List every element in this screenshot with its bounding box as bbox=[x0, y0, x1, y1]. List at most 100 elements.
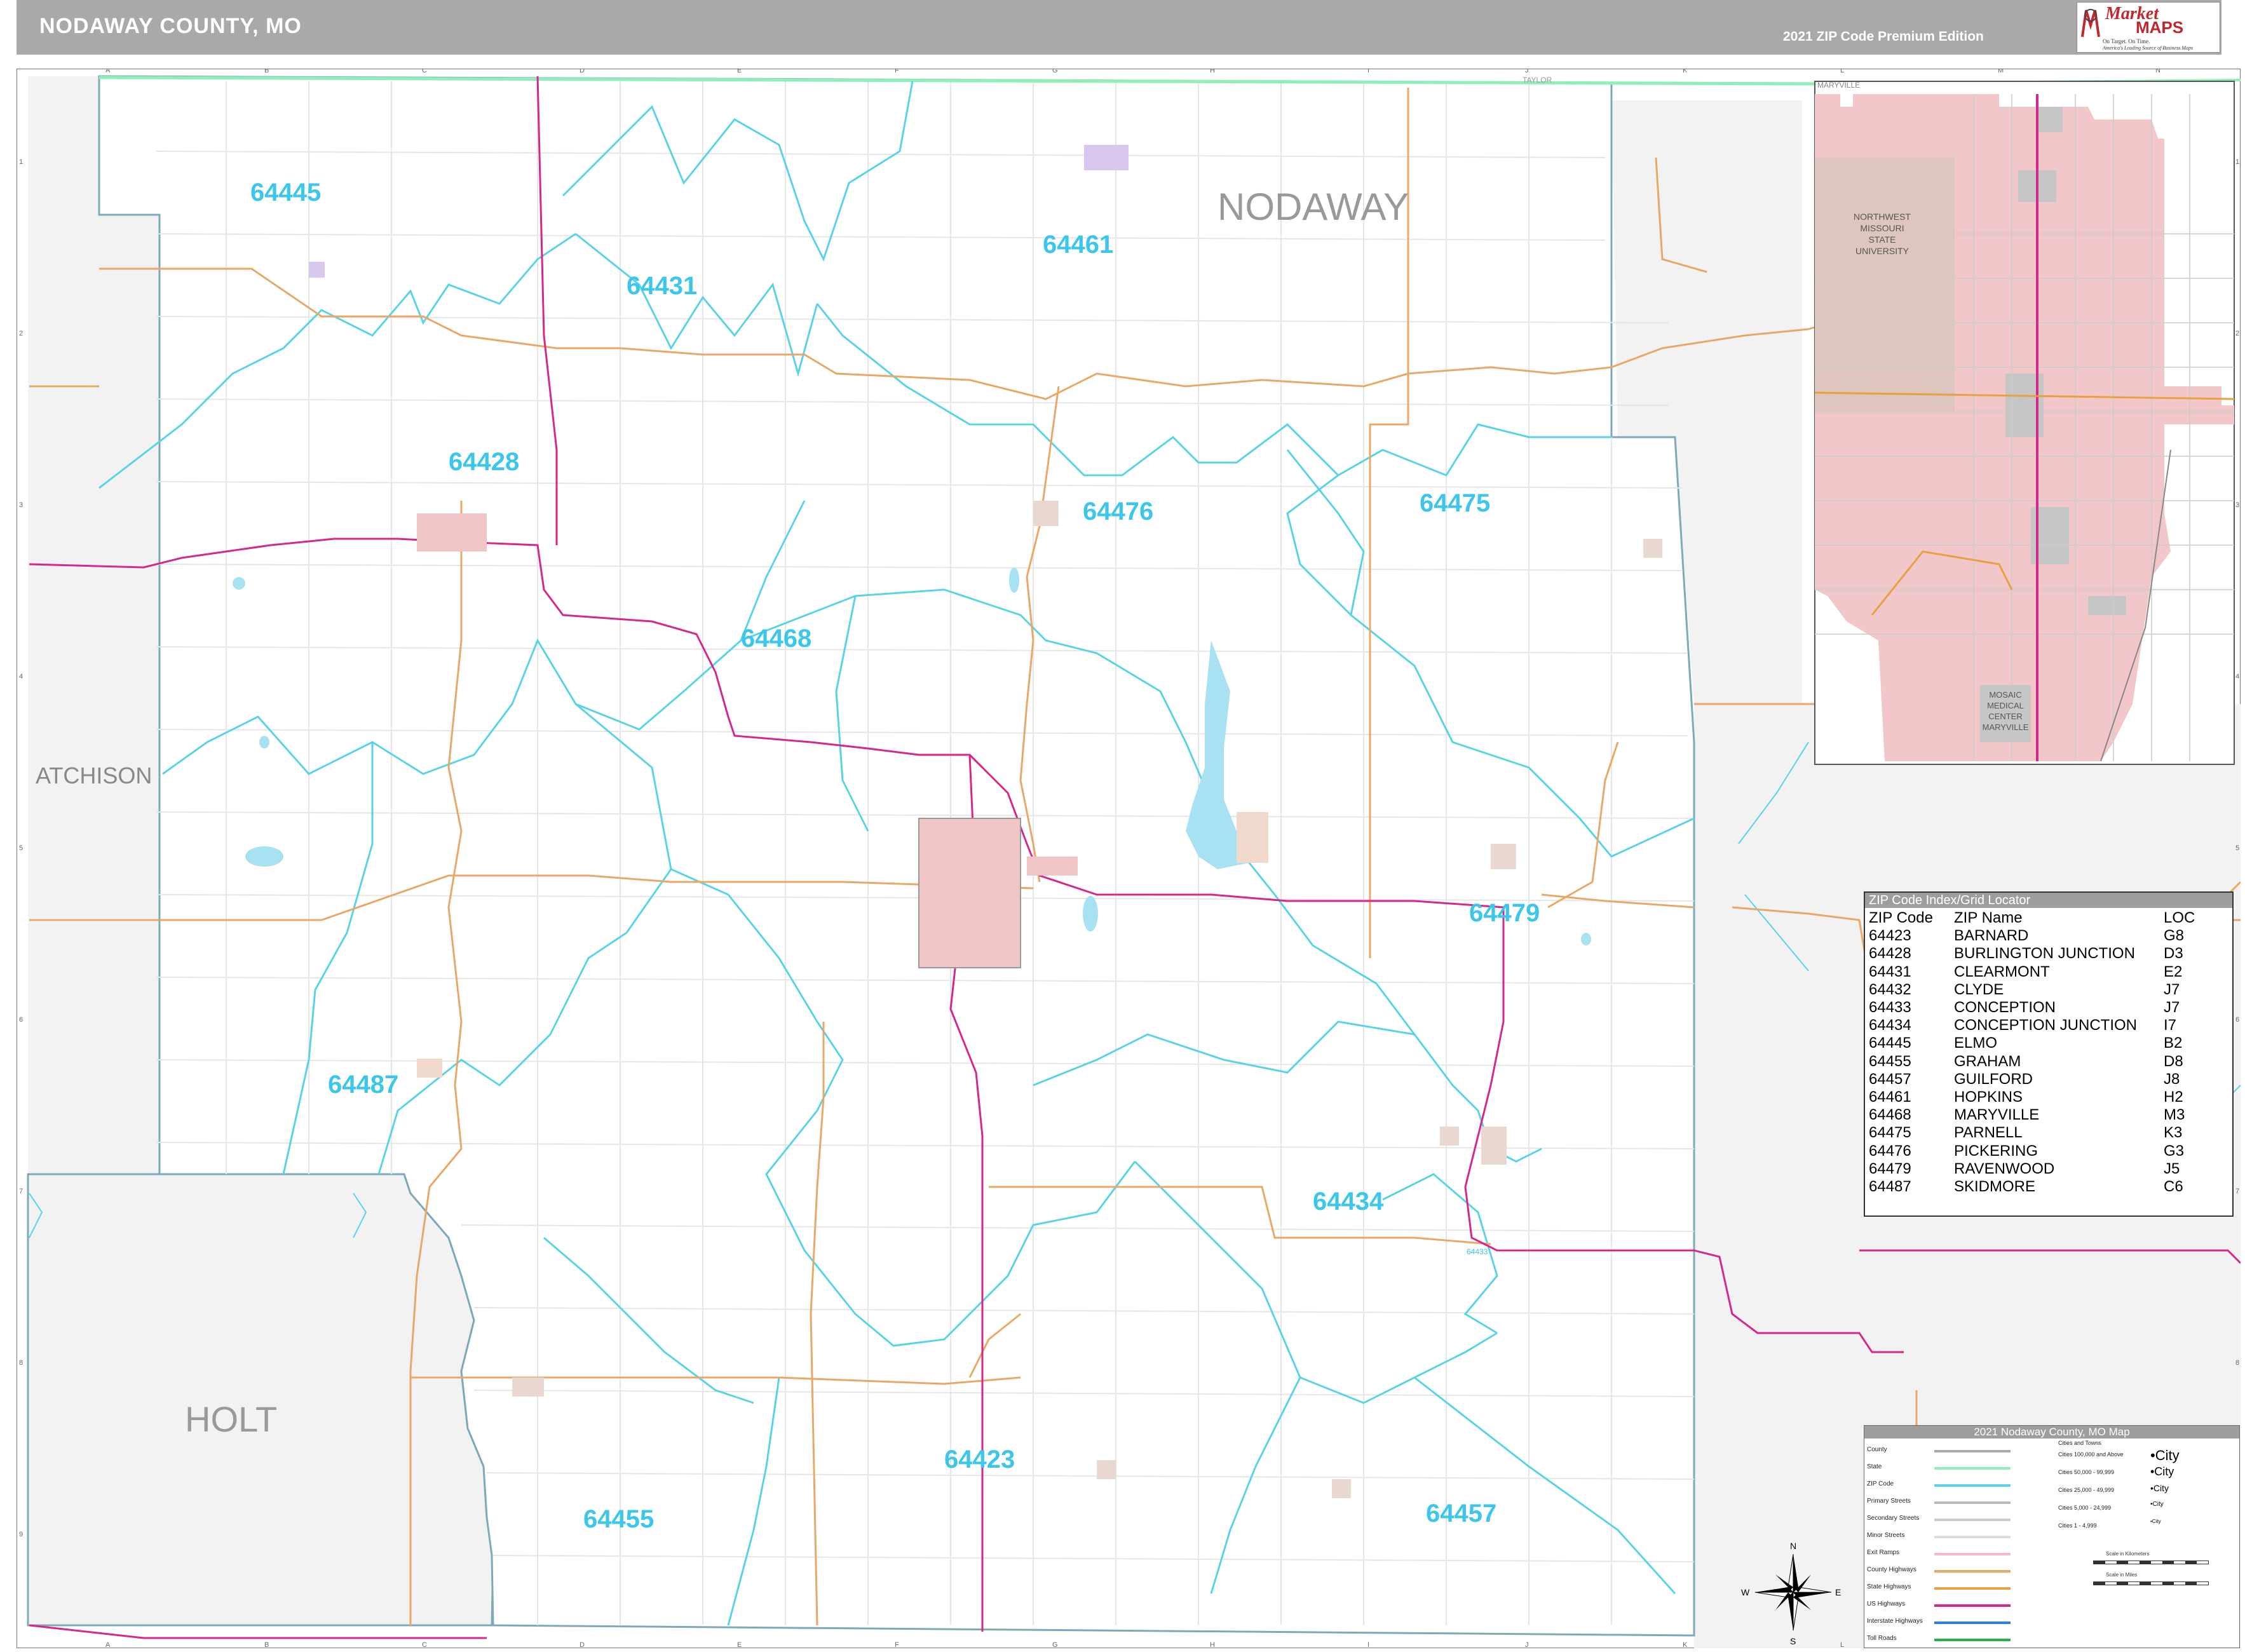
grid-row-label: 4 bbox=[2235, 673, 2239, 680]
zip-index-header: LOC bbox=[2164, 909, 2195, 926]
zip-index-row[interactable]: 64475 PARNELL K3 bbox=[1869, 1124, 2195, 1142]
zip-label[interactable]: 64476 bbox=[1083, 498, 1153, 525]
skidmore-area bbox=[417, 1059, 442, 1078]
zip-code-cell: 64475 bbox=[1869, 1124, 1911, 1142]
grid-col-label: C bbox=[422, 1641, 427, 1648]
grid-row-label: 7 bbox=[19, 1188, 23, 1195]
elmo-area bbox=[309, 262, 325, 278]
compass-n: N bbox=[1790, 1541, 1796, 1551]
zip-label[interactable]: 64468 bbox=[741, 625, 811, 653]
grid-col-label: K bbox=[1683, 69, 1688, 74]
zip-index-row[interactable]: 64433 CONCEPTION J7 bbox=[1869, 999, 2195, 1017]
zip-loc-cell: D8 bbox=[2164, 1052, 2183, 1070]
zip-label[interactable]: 64457 bbox=[1426, 1500, 1496, 1527]
zip-code-cell: 64487 bbox=[1869, 1178, 1911, 1196]
zip-label[interactable]: 64479 bbox=[1469, 899, 1540, 927]
city-size-sample: •City bbox=[2150, 1465, 2174, 1478]
logo-text-bottom: MAPS bbox=[2136, 18, 2184, 37]
zip-index-row[interactable]: 64461 HOPKINS H2 bbox=[1869, 1088, 2195, 1106]
grid-row-label: 7 bbox=[2235, 1188, 2239, 1195]
zip-index-row[interactable]: 64423 BARNARD G8 bbox=[1869, 927, 2195, 945]
legend-item-label: Minor Streets bbox=[1867, 1532, 1905, 1539]
grid-col-label: E bbox=[737, 1641, 742, 1648]
zip-name-cell: CLEARMONT bbox=[1954, 963, 2050, 980]
grid-row-label: 4 bbox=[19, 673, 23, 680]
city-size-sample: •City bbox=[2150, 1483, 2169, 1493]
logo-mark-icon bbox=[2081, 9, 2100, 37]
zip-code-cell: 64445 bbox=[1869, 1034, 1911, 1052]
zip-index-row[interactable]: 64428 BURLINGTON JUNCTION D3 bbox=[1869, 945, 2195, 963]
maryville-inset[interactable]: MARYVILLE NORTHWEST MISSOURI STATE UNIVE… bbox=[1814, 81, 2235, 765]
grid-col-label: H bbox=[1210, 1641, 1215, 1648]
grid-row-label: 2 bbox=[19, 330, 23, 337]
zip-code-cell: 64461 bbox=[1869, 1088, 1911, 1106]
grid-row-label: 6 bbox=[19, 1016, 23, 1024]
zip-index-row[interactable]: 64455 GRAHAM D8 bbox=[1869, 1053, 2195, 1071]
grid-col-label: G bbox=[1052, 69, 1058, 74]
zip-label[interactable]: 64455 bbox=[583, 1505, 654, 1533]
zip-index-row[interactable]: 64487 SKIDMORE C6 bbox=[1869, 1178, 2195, 1196]
zip-code-cell: 64479 bbox=[1869, 1160, 1911, 1177]
zip-loc-cell: G3 bbox=[2164, 1142, 2185, 1160]
grid-row-label: 5 bbox=[2235, 844, 2239, 852]
city-size-sample: •City bbox=[2150, 1501, 2164, 1508]
maryville-city-area bbox=[918, 818, 1021, 968]
zip-index-row[interactable]: 64445 ELMO B2 bbox=[1869, 1034, 2195, 1052]
compass-w: W bbox=[1741, 1587, 1750, 1597]
scale-km-bar bbox=[2093, 1561, 2209, 1564]
legend-line-swatch bbox=[1934, 1570, 2011, 1573]
city-size-label: Cities 100,000 and Above bbox=[2058, 1451, 2124, 1458]
zip-label[interactable]: 64423 bbox=[944, 1446, 1015, 1473]
zip-index-row[interactable]: 64468 MARYVILLE M3 bbox=[1869, 1106, 2195, 1124]
logo-subtagline: America's Leading Source of Business Map… bbox=[2103, 45, 2194, 51]
holt-county-label: HOLT bbox=[185, 1399, 277, 1439]
maryville-east-area bbox=[1027, 856, 1078, 876]
zip-code-cell: 64423 bbox=[1869, 927, 1911, 945]
graham-area bbox=[512, 1378, 544, 1397]
zip-index-row[interactable]: 64432 CLYDE J7 bbox=[1869, 981, 2195, 999]
hopkins-area bbox=[1084, 145, 1129, 170]
zip-label[interactable]: 64428 bbox=[449, 448, 519, 476]
scale-mi-bar bbox=[2093, 1581, 2209, 1585]
zip-label[interactable]: 64475 bbox=[1420, 489, 1490, 517]
grid-col-label: L bbox=[1840, 1641, 1844, 1648]
zip-index-row[interactable]: 64476 PICKERING G3 bbox=[1869, 1142, 2195, 1160]
zip-loc-cell: J8 bbox=[2164, 1070, 2180, 1088]
zip-index-row[interactable]: 64434 CONCEPTION JUNCTION I7 bbox=[1869, 1017, 2195, 1034]
zip-label[interactable]: 64445 bbox=[250, 179, 321, 207]
zip-index-row[interactable]: 64457 GUILFORD J8 bbox=[1869, 1071, 2195, 1088]
zip-label[interactable]: 64431 bbox=[627, 272, 697, 300]
grid-col-label: F bbox=[895, 1641, 899, 1648]
city-size-sample: •City bbox=[2150, 1519, 2161, 1524]
zip-name-cell: RAVENWOOD bbox=[1954, 1160, 2055, 1177]
grid-col-label: G bbox=[1052, 1641, 1058, 1648]
zip-index-row[interactable]: 64431 CLEARMONT E2 bbox=[1869, 963, 2195, 981]
zip-code-cell: 64468 bbox=[1869, 1106, 1911, 1124]
zip-label[interactable]: 64487 bbox=[328, 1071, 398, 1099]
grid-col-label: J bbox=[1525, 1641, 1529, 1648]
county-map[interactable]: NODAWAY ATCHISON HOLT TAYLOR A B C D E F… bbox=[17, 69, 2241, 1648]
small-zip-label[interactable]: 64433 bbox=[1467, 1247, 1488, 1256]
legend-item-label: Exit Ramps bbox=[1867, 1549, 1900, 1556]
grid-row-label: 2 bbox=[2235, 330, 2239, 337]
zip-loc-cell: J7 bbox=[2164, 999, 2180, 1017]
zip-index-rows: 64423 BARNARD G8 64428 BURLINGTON JUNCTION D3… bbox=[1869, 927, 2195, 1196]
zip-name-cell: CONCEPTION JUNCTION bbox=[1954, 1017, 2137, 1034]
legend-line-swatch bbox=[1934, 1639, 2011, 1641]
legend-line-swatch bbox=[1934, 1501, 2011, 1504]
zip-label[interactable]: 64434 bbox=[1313, 1188, 1384, 1215]
parnell-area bbox=[1643, 539, 1662, 558]
zip-index-row[interactable]: 64479 RAVENWOOD J5 bbox=[1869, 1160, 2195, 1178]
map-legend-title: 2021 Nodaway County, MO Map bbox=[1864, 1426, 2239, 1439]
conception-area bbox=[1481, 1127, 1507, 1165]
legend-line-swatch bbox=[1934, 1604, 2011, 1607]
zip-name-cell: PARNELL bbox=[1954, 1124, 2023, 1142]
zip-index-title: ZIP Code Index/Grid Locator bbox=[1865, 893, 2232, 908]
medical-label-line: MARYVILLE bbox=[1983, 722, 2029, 732]
legend-item-label: State Highways bbox=[1867, 1583, 1911, 1590]
grid-col-label: B bbox=[264, 69, 269, 74]
compass-s: S bbox=[1790, 1636, 1796, 1646]
nodaway-county-label: NODAWAY bbox=[1217, 186, 1409, 228]
zip-label[interactable]: 64461 bbox=[1043, 231, 1113, 259]
zip-code-cell: 64476 bbox=[1869, 1142, 1911, 1160]
